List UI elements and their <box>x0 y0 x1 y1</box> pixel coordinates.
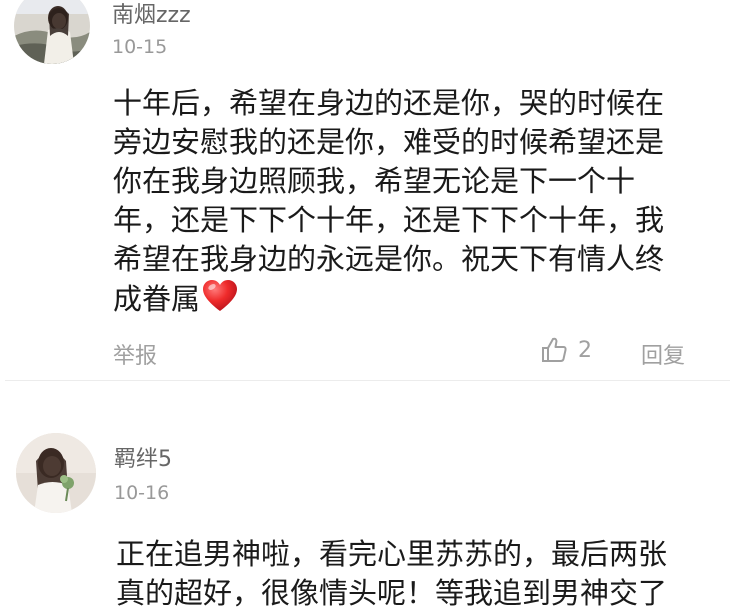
heart-emoji-icon <box>202 279 238 323</box>
comment-line: 真的超好，很像情头呢！等我追到男神交了 <box>116 576 668 610</box>
avatar-photo-icon <box>16 433 96 513</box>
comment-date: 10-15 <box>112 36 168 58</box>
comment-line: 年，还是下下个十年，还是下下个十年，我 <box>113 203 665 237</box>
username[interactable]: 羁绊5 <box>114 441 172 473</box>
like-button[interactable]: 2 <box>540 336 592 364</box>
comment-line: 成眷属 <box>113 282 201 316</box>
comment-last-line: 成眷属 <box>113 279 664 323</box>
action-bar: 举报 2 回复 <box>0 338 750 372</box>
username[interactable]: 南烟zzz <box>112 0 191 29</box>
comment-line: 希望在我身边的永远是你。祝天下有情人终 <box>113 242 665 276</box>
comment-item: 南烟zzz 10-15 十年后，希望在身边的还是你，哭的时候在 旁边安慰我的还是… <box>0 0 750 380</box>
comment-line: 正在追男神啦，看完心里苏苏的，最后两张 <box>116 537 668 571</box>
avatar-photo-icon <box>14 0 90 64</box>
comment-item: 羁绊5 10-16 正在追男神啦，看完心里苏苏的，最后两张 真的超好，很像情头呢… <box>0 381 750 610</box>
reply-button[interactable]: 回复 <box>641 338 685 370</box>
comment-line: 旁边安慰我的还是你，难受的时候希望还是 <box>113 125 665 159</box>
comment-date: 10-16 <box>114 482 170 504</box>
thumbs-up-icon <box>542 337 567 362</box>
report-button[interactable]: 举报 <box>113 338 157 370</box>
comment-body: 正在追男神啦，看完心里苏苏的，最后两张 真的超好，很像情头呢！等我追到男神交了 <box>116 535 667 613</box>
comment-line: 十年后，希望在身边的还是你，哭的时候在 <box>113 86 665 120</box>
avatar[interactable] <box>14 0 90 64</box>
comment-line: 你在我身边照顾我，希望无论是下一个十 <box>113 164 636 198</box>
avatar[interactable] <box>16 433 96 513</box>
like-count: 2 <box>578 337 592 363</box>
comment-body: 十年后，希望在身边的还是你，哭的时候在 旁边安慰我的还是你，难受的时候希望还是 … <box>113 84 664 323</box>
